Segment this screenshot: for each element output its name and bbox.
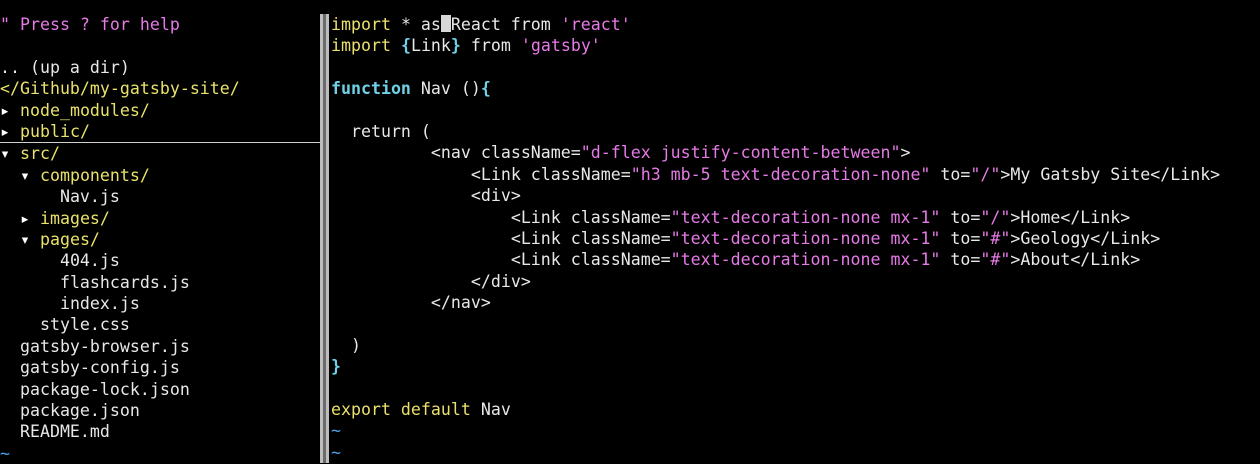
tree-root-path[interactable]: </Github/my-gatsby-site/ <box>0 78 320 99</box>
tree-item-flashcards-js[interactable]: flashcards.js <box>0 272 320 293</box>
code-line-11: <Link className="text-decoration-none mx… <box>331 228 1161 248</box>
tree-item-package-lock[interactable]: package-lock.json <box>0 379 320 400</box>
empty-line-marker: ~ <box>331 442 341 462</box>
code-line-7: <nav className="d-flex justify-content-b… <box>331 143 911 163</box>
tree-item-public[interactable]: ▸ public/ <box>0 121 320 144</box>
tree-item-index-js[interactable]: index.js <box>0 293 320 314</box>
help-hint: " Press ? for help <box>0 15 180 34</box>
code-editor-pane[interactable]: import * as React from 'react' import {Li… <box>331 14 1260 463</box>
collapsed-arrow-icon: ▸ <box>0 121 10 141</box>
tree-item-404-js[interactable]: 404.js <box>0 250 320 271</box>
code-line-17: } <box>331 357 341 377</box>
code-line-4: function Nav (){ <box>331 79 491 99</box>
tree-item-nav-js[interactable]: Nav.js <box>0 186 320 207</box>
code-line-1: import * as React from 'react' <box>331 14 631 34</box>
code-line-8: <Link className="h3 mb-5 text-decoration… <box>331 164 1221 184</box>
tree-up-dir[interactable]: .. (up a dir) <box>0 57 320 78</box>
code-line-9: <div> <box>331 186 521 206</box>
tree-item-images[interactable]: ▸ images/ <box>0 208 320 229</box>
split-bar-notch <box>323 14 326 463</box>
code-line-19: export default Nav <box>331 400 511 420</box>
tree-item-pages[interactable]: ▾ pages/ <box>0 229 320 250</box>
tree-item-gatsby-config[interactable]: gatsby-config.js <box>0 357 320 378</box>
code-line-12: <Link className="text-decoration-none mx… <box>331 250 1141 270</box>
empty-line-marker: ~ <box>0 443 10 463</box>
collapsed-arrow-icon: ▸ <box>19 208 30 228</box>
expanded-arrow-icon: ▾ <box>19 229 30 249</box>
tree-item-readme[interactable]: README.md <box>0 421 320 442</box>
tree-item-src[interactable]: ▾ src/ <box>0 143 320 164</box>
file-explorer-pane: " Press ? for help .. (up a dir) </Githu… <box>0 14 320 464</box>
collapsed-arrow-icon: ▸ <box>0 100 10 120</box>
text-cursor <box>440 14 451 32</box>
expanded-arrow-icon: ▾ <box>19 165 30 185</box>
expanded-arrow-icon: ▾ <box>0 144 10 164</box>
empty-line-marker: ~ <box>331 421 341 441</box>
tree-item-components[interactable]: ▾ components/ <box>0 165 320 186</box>
code-line-6: return ( <box>331 121 431 141</box>
code-line-10: <Link className="text-decoration-none mx… <box>331 207 1131 227</box>
code-line-14: </nav> <box>331 293 491 313</box>
vertical-split-bar[interactable] <box>320 14 329 463</box>
code-line-2: import {Link} from 'gatsby' <box>331 36 601 56</box>
tree-item-package-json[interactable]: package.json <box>0 400 320 421</box>
tree-item-gatsby-browser[interactable]: gatsby-browser.js <box>0 336 320 357</box>
tree-item-style-css[interactable]: style.css <box>0 314 320 335</box>
code-line-16: ) <box>331 335 361 355</box>
code-line-13: </div> <box>331 271 531 291</box>
tree-item-node-modules[interactable]: ▸ node_modules/ <box>0 100 320 121</box>
